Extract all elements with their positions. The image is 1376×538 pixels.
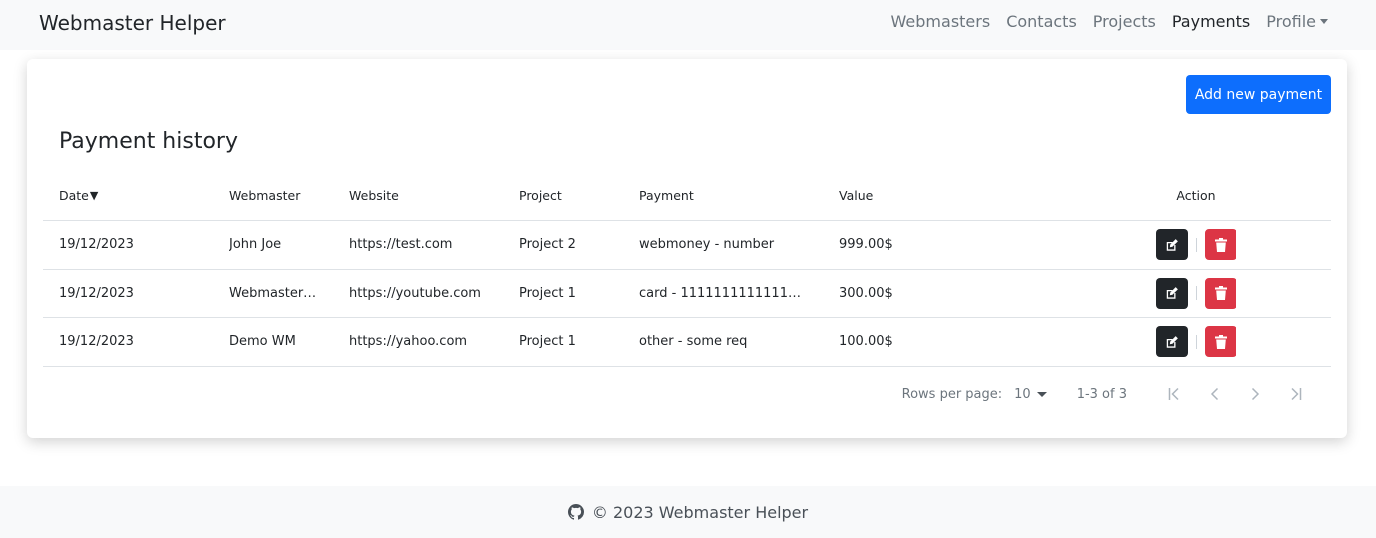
table-header-row: Date ▼ Webmaster Website Project Payment … (43, 171, 1331, 221)
top-navbar: Webmaster Helper Webmasters Contacts Pro… (0, 0, 1376, 50)
nav-profile-label: Profile (1266, 12, 1316, 31)
brand-title[interactable]: Webmaster Helper (39, 11, 226, 35)
column-header-payment: Payment (639, 188, 694, 203)
previous-page-icon[interactable] (1195, 381, 1235, 407)
pagination-range: 1-3 of 3 (1076, 386, 1127, 402)
column-header-value: Value (839, 188, 874, 203)
cell-payment: webmoney - number (639, 221, 804, 269)
column-header-webmaster: Webmaster (229, 188, 301, 203)
cell-webmaster-text: John Joe (229, 237, 282, 253)
cell-website: https://test.com (349, 237, 453, 253)
trash-icon (1214, 237, 1227, 252)
cell-actions (1156, 221, 1236, 269)
cell-actions (1156, 318, 1236, 366)
edit-icon (1166, 287, 1178, 299)
delete-button[interactable] (1204, 277, 1236, 309)
edit-button[interactable] (1156, 229, 1188, 261)
table-row: 19/12/2023 John Joe https://test.com Pro… (43, 221, 1331, 270)
cell-date: 19/12/2023 (59, 237, 134, 253)
first-page-icon[interactable] (1155, 381, 1195, 407)
cell-webmaster-text: Webmaster… (229, 285, 317, 301)
cell-date: 19/12/2023 (59, 285, 134, 301)
cell-value: 999.00$ (839, 237, 893, 253)
edit-button[interactable] (1156, 277, 1188, 309)
main-nav: Webmasters Contacts Projects Payments Pr… (891, 12, 1328, 31)
cell-website: https://yahoo.com (349, 334, 468, 350)
cell-webmaster: Webmaster… (229, 270, 321, 318)
delete-button[interactable] (1204, 326, 1236, 358)
cell-value: 100.00$ (839, 334, 893, 350)
cell-webmaster: John Joe (229, 221, 321, 269)
cell-project: Project 1 (519, 285, 576, 301)
cell-payment-text: card - 1111111111111… (639, 285, 801, 301)
payments-table: Date ▼ Webmaster Website Project Payment … (43, 171, 1331, 367)
cell-payment: card - 1111111111111… (639, 270, 804, 318)
delete-button[interactable] (1204, 229, 1236, 261)
cell-project: Project 2 (519, 237, 576, 253)
cell-website: https://youtube.com (349, 285, 481, 301)
column-header-action: Action (1176, 188, 1216, 203)
trash-icon (1214, 334, 1227, 349)
github-icon[interactable] (567, 504, 584, 520)
cell-payment-text: webmoney - number (639, 237, 775, 253)
page-title: Payment history (59, 129, 238, 154)
sort-desc-icon: ▼ (89, 189, 99, 202)
cell-payment: other - some req (639, 318, 804, 366)
action-divider (1195, 237, 1197, 252)
footer-copyright: © 2023 Webmaster Helper (591, 502, 809, 522)
table-row: 19/12/2023 Webmaster… https://youtube.co… (43, 270, 1331, 318)
nav-contacts[interactable]: Contacts (1006, 12, 1077, 31)
cell-payment-text: other - some req (639, 334, 748, 350)
add-new-payment-button[interactable]: Add new payment (1186, 75, 1331, 114)
caret-down-icon (1320, 19, 1328, 24)
cell-actions (1156, 270, 1236, 318)
nav-webmasters[interactable]: Webmasters (891, 12, 991, 31)
column-header-date[interactable]: Date ▼ (59, 171, 219, 220)
column-header-project: Project (519, 188, 562, 203)
table-row: 19/12/2023 Demo WM https://yahoo.com Pro… (43, 318, 1331, 367)
edit-icon (1166, 238, 1178, 251)
nav-profile-dropdown[interactable]: Profile (1266, 12, 1328, 31)
cell-webmaster-text: Demo WM (229, 334, 296, 350)
rows-per-page-select[interactable]: 10 (1014, 387, 1031, 402)
trash-icon (1214, 286, 1227, 301)
cell-value: 300.00$ (839, 285, 893, 301)
action-divider (1195, 334, 1197, 349)
cell-date: 19/12/2023 (59, 334, 134, 350)
footer: © 2023 Webmaster Helper (0, 486, 1376, 538)
cell-webmaster: Demo WM (229, 318, 321, 366)
edit-button[interactable] (1156, 326, 1188, 358)
last-page-icon[interactable] (1275, 381, 1315, 407)
cell-project: Project 1 (519, 334, 576, 350)
next-page-icon[interactable] (1235, 381, 1275, 407)
pagination: Rows per page: 10 1-3 of 3 (902, 381, 1315, 407)
rows-per-page-label: Rows per page: (901, 386, 1003, 402)
nav-projects[interactable]: Projects (1093, 12, 1156, 31)
action-divider (1195, 286, 1197, 301)
chevron-down-icon[interactable] (1036, 391, 1047, 397)
column-header-website: Website (349, 188, 399, 203)
column-header-date-label: Date (59, 188, 89, 203)
payment-history-card: Add new payment Payment history Date ▼ We… (27, 59, 1347, 438)
edit-icon (1166, 335, 1178, 348)
nav-payments[interactable]: Payments (1172, 12, 1250, 31)
